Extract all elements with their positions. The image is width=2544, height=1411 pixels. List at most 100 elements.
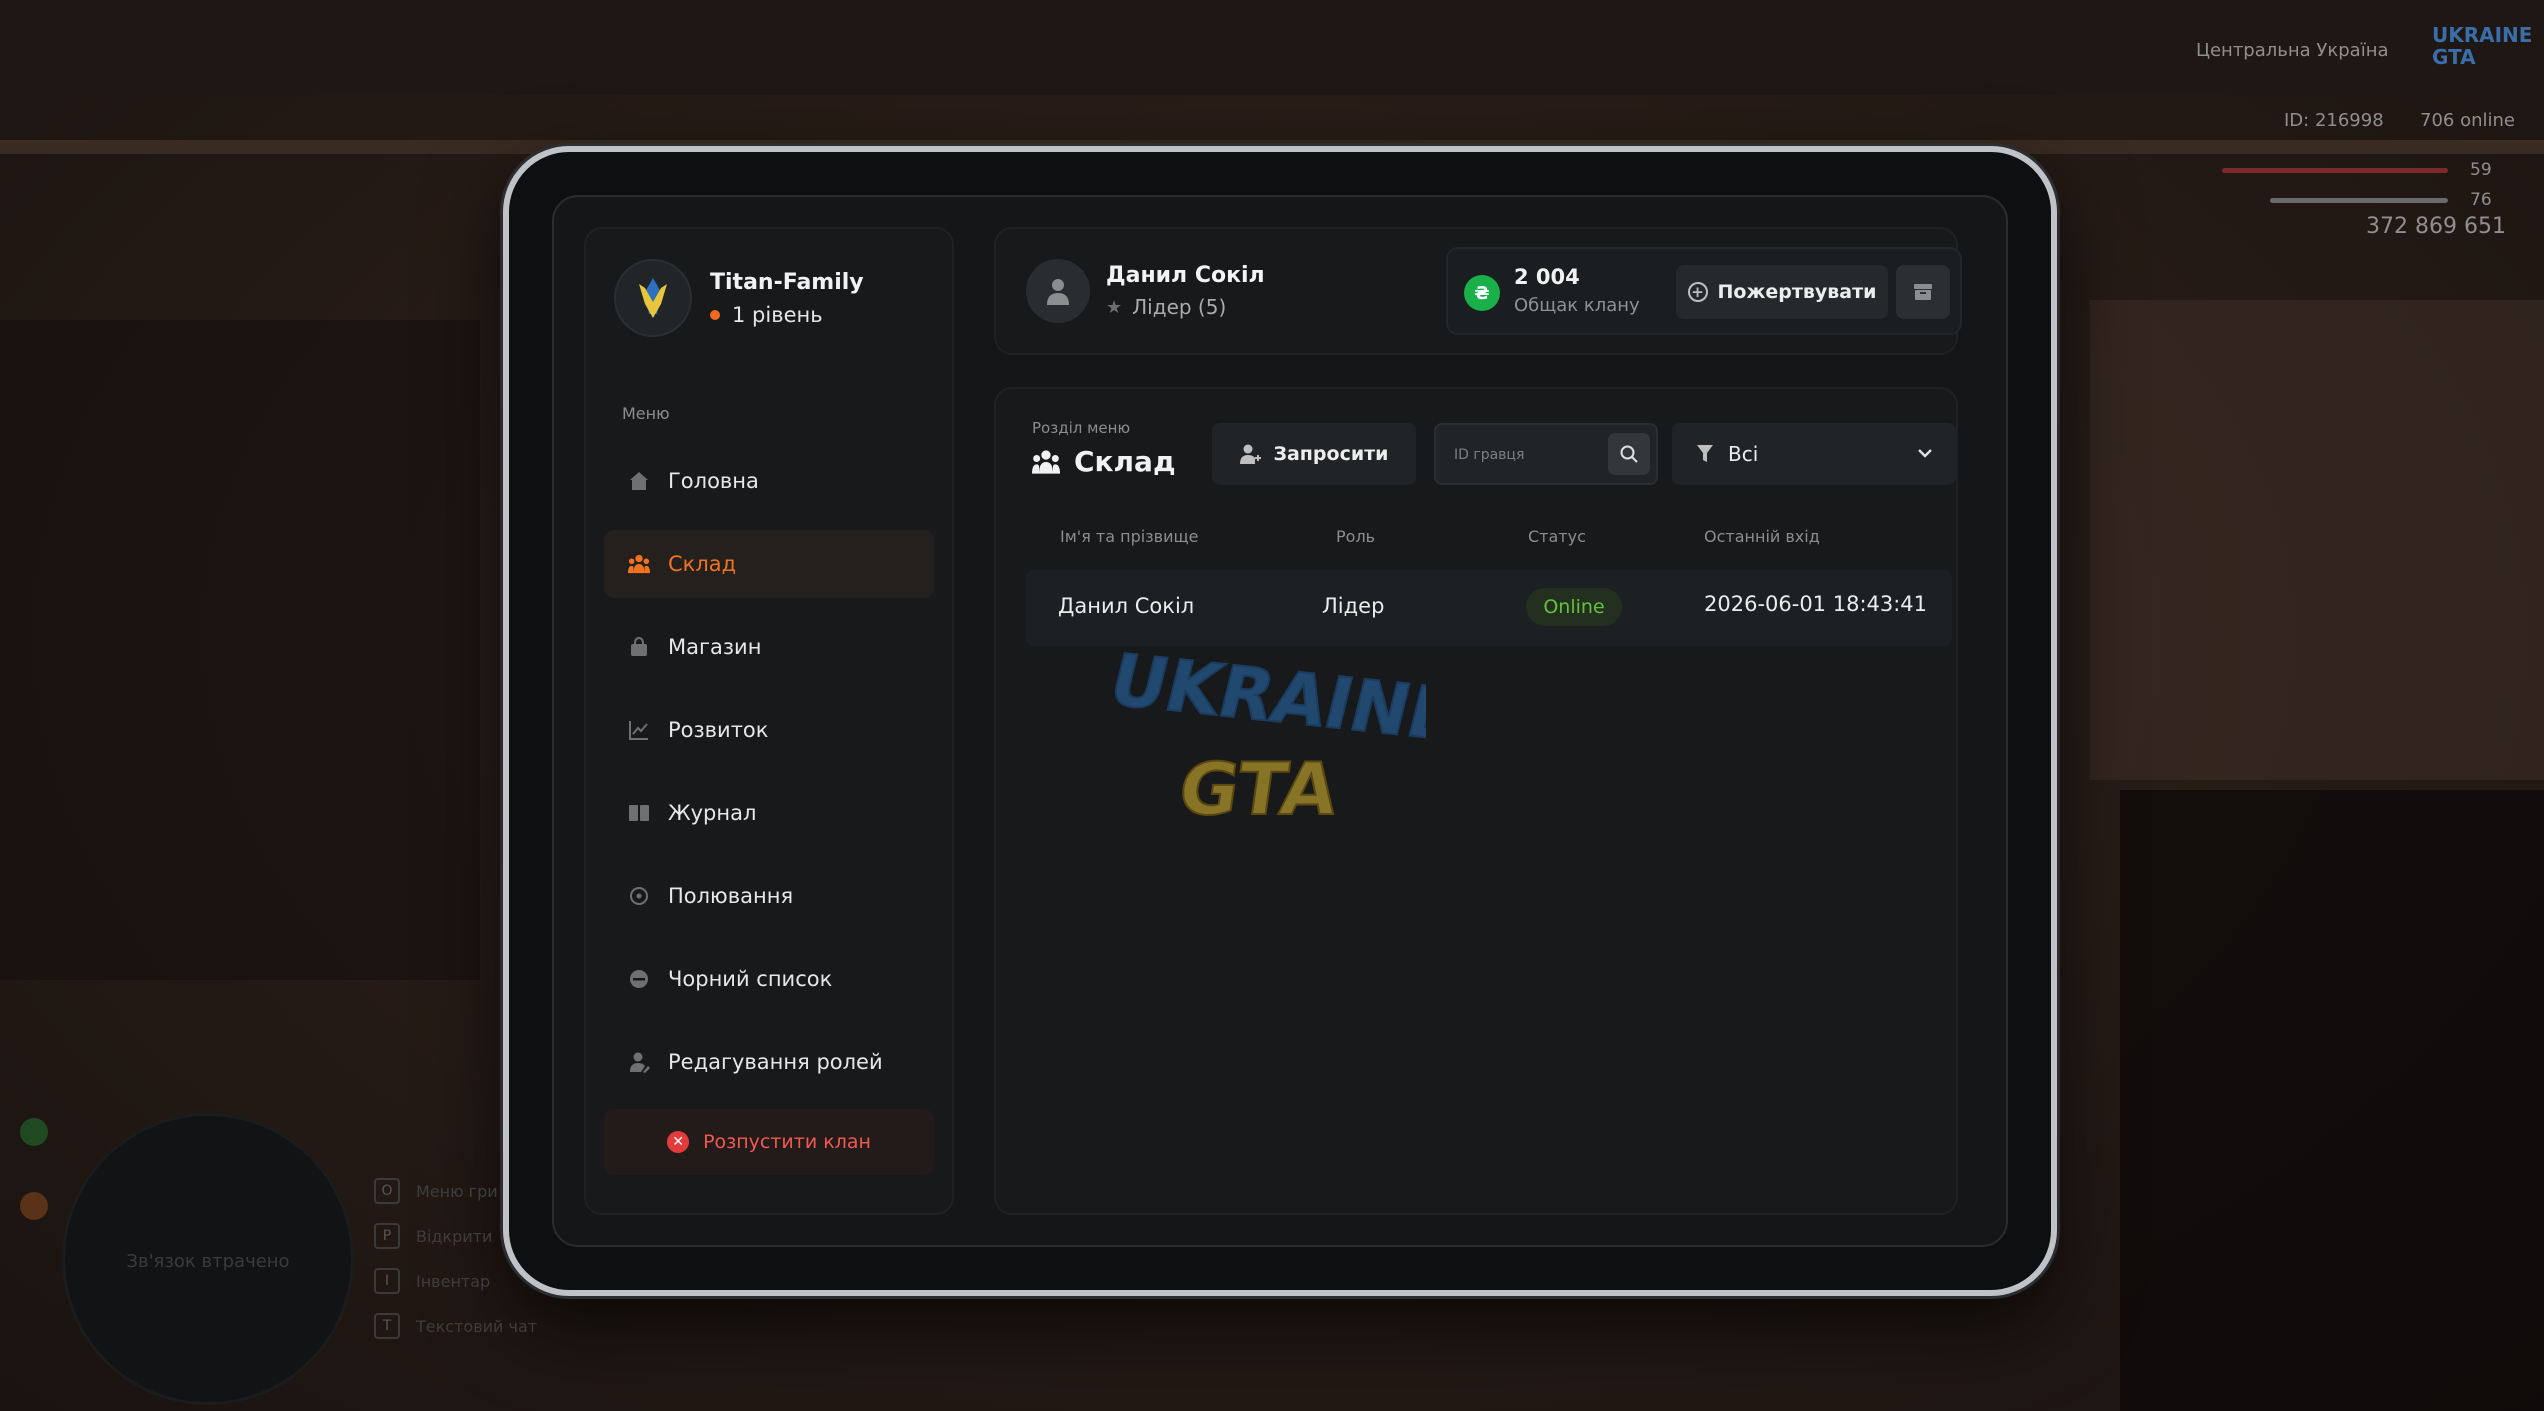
archive-icon — [1913, 283, 1933, 301]
voice-status-icon — [20, 1118, 48, 1146]
background-beam — [0, 0, 2544, 95]
invite-button[interactable]: Запросити — [1212, 423, 1416, 485]
home-icon — [628, 470, 650, 492]
level-dot-icon — [710, 309, 720, 320]
column-header-name: Ім'я та прізвище — [1060, 527, 1199, 546]
health-value: 59 — [2470, 160, 2492, 180]
currency-coin-icon: ₴ — [1464, 275, 1500, 311]
member-name: Данил Сокіл — [1058, 594, 1195, 618]
server-logo: UKRAINE GTA — [2432, 23, 2533, 69]
sidebar-item-label: Магазин — [668, 635, 762, 659]
clan-level-label: 1 рівень — [732, 302, 823, 327]
tablet-screen: Titan-Family 1 рівень Меню Головна Склад… — [552, 195, 2008, 1247]
search-button[interactable] — [1608, 433, 1650, 475]
hotkey-label: Меню гри — [416, 1181, 498, 1201]
people-icon — [1032, 449, 1060, 475]
disband-clan-label: Розпустити клан — [703, 1131, 871, 1153]
user-add-icon — [1239, 443, 1262, 465]
money-value: 372 869 651 — [2366, 214, 2506, 239]
hotkey-key: P — [374, 1223, 400, 1249]
search-input[interactable] — [1454, 441, 1604, 469]
archive-button[interactable] — [1896, 265, 1950, 319]
sidebar-item-blacklist[interactable]: Чорний список — [604, 945, 934, 1013]
chart-icon — [628, 719, 650, 741]
clan-brand: Titan-Family 1 рівень — [614, 259, 864, 337]
content-panel: Розділ меню Склад Запросити ID гравця Вс… — [994, 387, 1958, 1215]
hotkey-hint: O Меню гри — [374, 1178, 498, 1204]
column-header-status: Статус — [1528, 527, 1586, 546]
user-role: ★ Лідер (5) — [1106, 295, 1226, 319]
background-cabinet — [2120, 790, 2544, 1411]
column-header-role: Роль — [1336, 527, 1376, 546]
hotkey-hint: P Відкрити — [374, 1223, 492, 1249]
sidebar-item-shop[interactable]: Магазин — [604, 613, 934, 681]
clan-name: Titan-Family — [710, 269, 864, 295]
column-header-last-login: Останній вхід — [1704, 527, 1820, 546]
user-role-label: Лідер (5) — [1132, 295, 1227, 319]
target-icon — [628, 885, 650, 907]
chevron-down-icon — [1916, 444, 1934, 462]
online-count: 706 online — [2420, 110, 2515, 131]
sidebar-item-hunting[interactable]: Полювання — [604, 862, 934, 930]
status-badge: Online — [1526, 588, 1622, 626]
clan-bank: ₴ 2 004 Общак клану + Пожертвувати — [1446, 247, 1962, 335]
server-watermark: UKRAINE GTA — [1101, 638, 1467, 839]
sidebar-item-label: Журнал — [668, 801, 757, 825]
sidebar-item-label: Склад — [668, 552, 737, 576]
sidebar-item-edit-roles[interactable]: Редагування ролей — [604, 1028, 934, 1096]
plus-circle-icon: + — [1687, 282, 1708, 302]
status-filter-select[interactable]: Всі — [1672, 423, 1956, 485]
minimap: Зв'язок втрачено — [62, 1113, 354, 1405]
sidebar-item-label: Полювання — [668, 884, 794, 908]
sidebar-item-label: Чорний список — [668, 967, 833, 991]
member-role: Лідер — [1322, 594, 1385, 618]
armor-value: 76 — [2470, 190, 2492, 210]
section-title: Склад — [1032, 445, 1176, 478]
invite-label: Запросити — [1273, 443, 1389, 465]
section-caption: Розділ меню — [1032, 419, 1131, 437]
hotkey-key: T — [374, 1313, 400, 1339]
section-title-label: Склад — [1074, 445, 1176, 478]
region-label: Центральна Україна — [2196, 40, 2389, 61]
donate-button[interactable]: + Пожертвувати — [1676, 265, 1888, 319]
member-last-login: 2026-06-01 18:43:41 — [1704, 592, 1928, 616]
sidebar: Titan-Family 1 рівень Меню Головна Склад… — [584, 227, 954, 1215]
table-row[interactable]: Данил Сокіл Лідер Online 2026-06-01 18:4… — [1026, 570, 1952, 646]
hotkey-key: O — [374, 1178, 400, 1204]
sidebar-item-label: Розвиток — [668, 718, 769, 742]
hotkey-label: Відкрити — [416, 1226, 493, 1246]
user-card: Данил Сокіл ★ Лідер (5) ₴ 2 004 Общак кл… — [994, 227, 1962, 355]
clan-logo — [614, 259, 692, 337]
block-icon — [628, 968, 650, 990]
player-id-search — [1434, 423, 1658, 485]
star-icon: ★ — [1106, 296, 1123, 318]
filter-icon — [1696, 444, 1714, 464]
avatar — [1026, 259, 1090, 323]
sidebar-item-development[interactable]: Розвиток — [604, 696, 934, 764]
hotkey-label: Інвентар — [416, 1271, 491, 1291]
watermark-line2: GTA — [1174, 748, 1343, 832]
health-bar — [2222, 168, 2448, 173]
menu-caption: Меню — [622, 404, 670, 423]
watermark-line1: UKRAINE — [1106, 639, 1426, 757]
hotkey-label: Текстовий чат — [416, 1316, 538, 1336]
bank-amount: 2 004 — [1514, 265, 1580, 289]
sidebar-item-label: Редагування ролей — [668, 1050, 883, 1074]
hotkey-key: I — [374, 1268, 400, 1294]
hotkey-hint: I Інвентар — [374, 1268, 490, 1294]
clan-level: 1 рівень — [710, 303, 864, 327]
sidebar-item-storage[interactable]: Склад — [604, 530, 934, 598]
mute-status-icon — [20, 1192, 48, 1220]
donate-label: Пожертвувати — [1717, 281, 1877, 303]
sidebar-item-home[interactable]: Головна — [604, 447, 934, 515]
disband-clan-button[interactable]: ✕ Розпустити клан — [604, 1109, 934, 1175]
filter-value: Всі — [1728, 442, 1759, 466]
hotkey-hint: T Текстовий чат — [374, 1313, 537, 1339]
background-panel — [0, 320, 480, 980]
bank-label: Общак клану — [1514, 295, 1640, 316]
journal-icon — [628, 802, 650, 824]
search-icon — [1619, 444, 1639, 464]
background-panel — [2090, 300, 2544, 780]
sidebar-item-label: Головна — [668, 469, 759, 493]
sidebar-item-journal[interactable]: Журнал — [604, 779, 934, 847]
